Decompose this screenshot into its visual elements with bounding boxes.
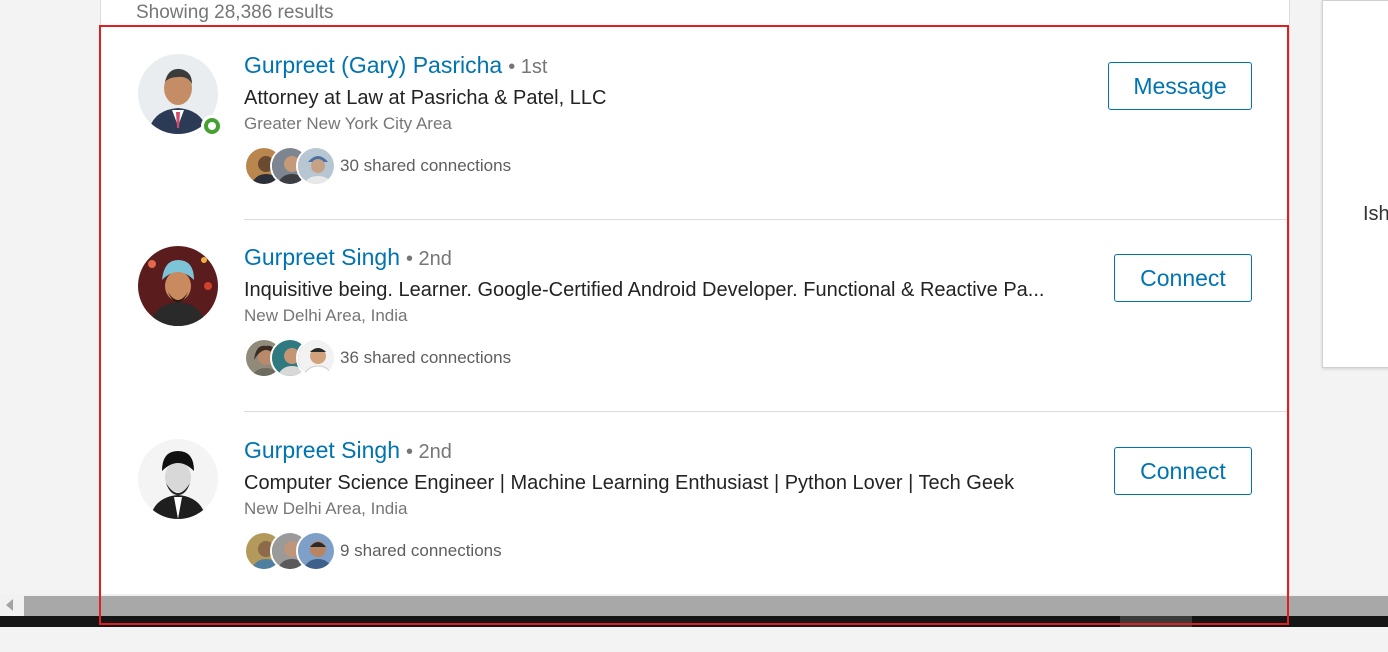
profile-avatar[interactable] [138, 246, 218, 326]
profile-name-link[interactable]: Gurpreet Singh [244, 244, 400, 270]
profile-headline: Inquisitive being. Learner. Google-Certi… [244, 279, 1045, 301]
profile-headline: Computer Science Engineer | Machine Lear… [244, 472, 1015, 494]
connection-degree: • 2nd [405, 441, 452, 463]
side-panel-text: Ish [1363, 203, 1388, 225]
online-status-icon [201, 115, 223, 137]
background-strip [0, 616, 1388, 627]
horizontal-scrollbar[interactable] [0, 594, 1388, 616]
side-panel-card: Ish [1322, 0, 1388, 368]
connect-button[interactable]: Connect [1114, 447, 1252, 495]
connection-degree: • 1st [508, 56, 548, 78]
profile-location: New Delhi Area, India [244, 499, 408, 518]
profile-location: New Delhi Area, India [244, 306, 408, 325]
page: Showing 28,386 results Gurpreet (Gary) P… [0, 0, 1388, 652]
scrollbar-thumb[interactable] [24, 596, 1388, 616]
shared-connections-text[interactable]: 9 shared connections [340, 541, 502, 561]
search-result-2: Gurpreet Singh • 2nd Inquisitive being. L… [100, 218, 1288, 412]
search-result-3: Gurpreet Singh • 2nd Computer Science Eng… [100, 411, 1288, 605]
shared-connection-avatar [296, 531, 336, 571]
search-result-1: Gurpreet (Gary) Pasricha • 1st Attorney a… [100, 26, 1288, 220]
profile-name-link[interactable]: Gurpreet Singh [244, 437, 400, 463]
shared-connections-text[interactable]: 30 shared connections [340, 156, 511, 176]
background-strip-shade [1120, 616, 1192, 627]
shared-connections-text[interactable]: 36 shared connections [340, 348, 511, 368]
shared-connection-avatar [296, 146, 336, 186]
profile-avatar[interactable] [138, 439, 218, 519]
message-button[interactable]: Message [1108, 62, 1252, 110]
profile-name-link[interactable]: Gurpreet (Gary) Pasricha [244, 52, 502, 78]
profile-headline: Attorney at Law at Pasricha & Patel, LLC [244, 87, 607, 109]
scroll-left-arrow-icon[interactable] [6, 599, 13, 611]
connection-degree: • 2nd [405, 248, 452, 270]
shared-connection-avatar [296, 338, 336, 378]
results-count: Showing 28,386 results [136, 2, 334, 23]
connect-button[interactable]: Connect [1114, 254, 1252, 302]
profile-location: Greater New York City Area [244, 114, 452, 133]
